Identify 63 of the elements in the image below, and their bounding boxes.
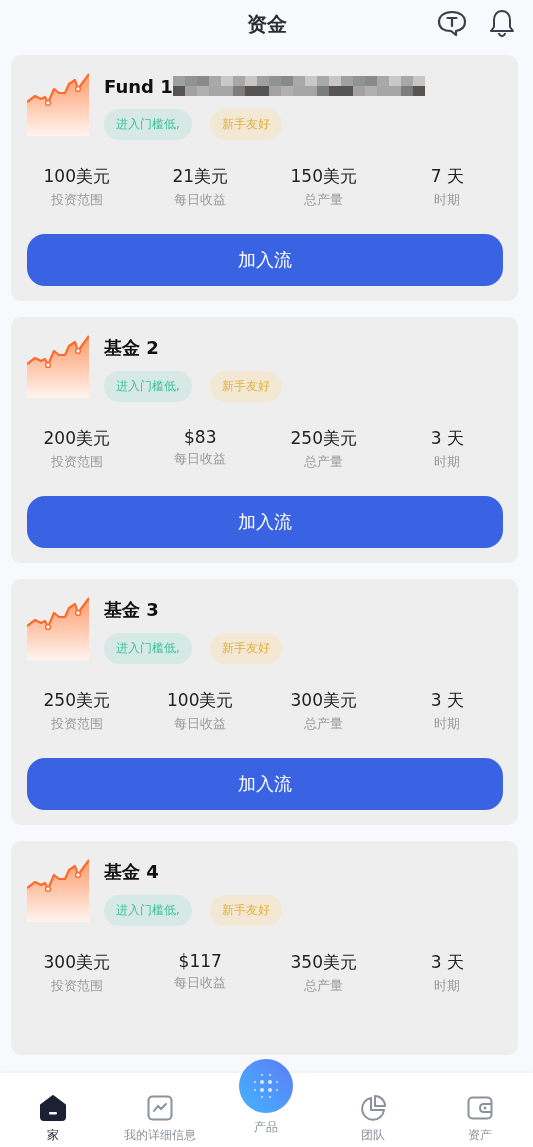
notification-icon[interactable] [489, 9, 515, 37]
stat-label: 投资范围 [50, 453, 103, 471]
stat-value: 150美元 [290, 165, 357, 188]
stat-value: 300美元 [43, 951, 110, 974]
stat-label: 总产量 [304, 453, 344, 471]
chart-icon [146, 1095, 173, 1121]
stat-label: 时期 [434, 191, 461, 209]
trend-chart-icon [27, 596, 89, 660]
stat-value: 100美元 [167, 689, 234, 712]
stat-value: $117 [178, 951, 222, 971]
stat-label: 每日收益 [174, 450, 227, 468]
home-icon [40, 1095, 67, 1121]
stat-value: 7 天 [430, 165, 464, 188]
feature-tag: 进入门槛低, [104, 371, 192, 402]
stat-value: 250美元 [290, 427, 357, 450]
feature-tag: 新手友好 [209, 109, 282, 140]
nav-tab[interactable]: 产品 [213, 1059, 320, 1147]
fund-name: Fund 1 [104, 75, 173, 97]
stat-label: 总产量 [304, 977, 344, 995]
stat-value: $83 [184, 427, 217, 447]
fund-name: 基金 2 [104, 336, 159, 360]
pie-chart-icon [360, 1095, 387, 1121]
feature-tag: 新手友好 [209, 371, 282, 402]
stat-label: 每日收益 [174, 974, 227, 992]
join-button[interactable]: 加入流 [27, 758, 503, 810]
join-button[interactable]: 加入流 [27, 496, 503, 548]
stat-label: 时期 [434, 715, 461, 733]
stat-label: 投资范围 [50, 977, 103, 995]
trend-chart-icon [27, 72, 89, 136]
trend-chart-icon [27, 334, 89, 398]
nav-tab[interactable]: 资产 [426, 1073, 533, 1147]
stat-label: 时期 [434, 453, 461, 471]
stat-value: 250美元 [43, 689, 110, 712]
feature-tag: 新手友好 [209, 633, 282, 664]
stat-value: 100美元 [43, 165, 110, 188]
stat-label: 每日收益 [174, 715, 227, 733]
wallet-icon [466, 1095, 493, 1121]
page-title: 资金 [246, 10, 287, 38]
feature-tag: 进入门槛低, [104, 633, 192, 664]
trend-chart-icon [27, 858, 89, 922]
nav-tab[interactable]: 我的详细信息 [106, 1073, 214, 1147]
stat-value: 200美元 [43, 427, 110, 450]
stat-label: 投资范围 [50, 191, 103, 209]
stat-value: 3 天 [430, 427, 464, 450]
chat-icon[interactable] [437, 9, 467, 37]
feature-tag: 进入门槛低, [104, 109, 192, 140]
stat-label: 每日收益 [174, 191, 227, 209]
stat-label: 投资范围 [50, 715, 103, 733]
stat-value: 3 天 [430, 689, 464, 712]
stat-label: 总产量 [304, 191, 344, 209]
stat-label: 总产量 [304, 715, 344, 733]
nav-tab[interactable]: 家 [0, 1073, 107, 1147]
stat-value: 3 天 [430, 951, 464, 974]
join-button[interactable]: 加入流 [27, 234, 503, 286]
stat-value: 350美元 [290, 951, 357, 974]
fund-name: 基金 3 [104, 598, 159, 622]
stat-value: 21美元 [172, 165, 229, 188]
stat-value: 300美元 [290, 689, 357, 712]
nav-tab[interactable]: 团队 [319, 1073, 427, 1147]
feature-tag: 进入门槛低, [104, 895, 192, 926]
fund-name: 基金 4 [104, 860, 159, 884]
feature-tag: 新手友好 [209, 895, 282, 926]
stat-label: 时期 [434, 977, 461, 995]
